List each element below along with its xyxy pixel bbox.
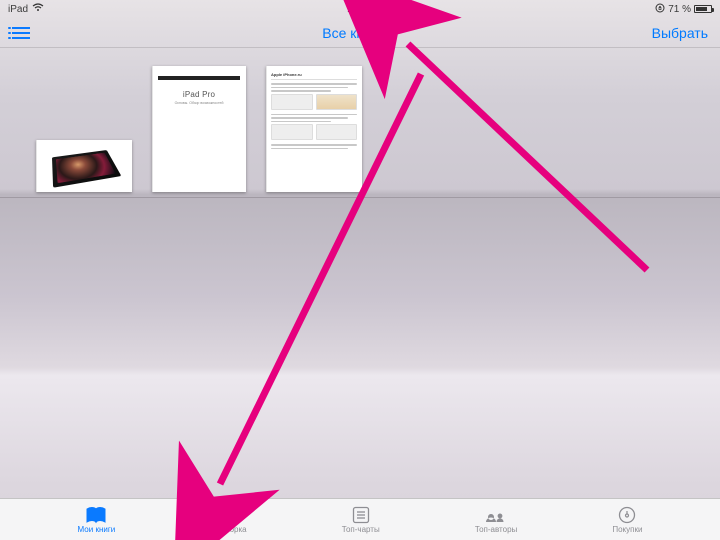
tab-label: Подборка (210, 525, 246, 534)
tab-bar: Мои книги Подборка Топ-чарты Топ-авторы … (0, 498, 720, 540)
device-label: iPad (8, 4, 28, 15)
select-button[interactable]: Выбрать (652, 25, 708, 41)
book-item[interactable]: iPad Pro Основы. Обзор возможностей (152, 66, 246, 192)
people-icon (485, 506, 507, 524)
clock: 14:04 (347, 4, 373, 15)
book-preview-lines (271, 114, 357, 125)
chevron-down-icon: ▼ (389, 28, 398, 38)
book-preview-row (271, 94, 357, 110)
book-cover-art (52, 150, 121, 188)
book-item[interactable]: Apple iPhone.ru (266, 66, 362, 192)
tab-label: Покупки (612, 525, 642, 534)
book-title: iPad Pro (183, 90, 215, 99)
status-bar: iPad 14:04 71 % (0, 0, 720, 18)
book-preview-lines (271, 83, 357, 94)
book-subtitle: Основы. Обзор возможностей (175, 101, 224, 105)
orientation-lock-icon (655, 3, 665, 16)
book-cover-bar (158, 76, 240, 80)
wifi-icon (32, 3, 44, 15)
collection-dropdown-label: Все книги (322, 25, 385, 41)
tab-my-books[interactable]: Мои книги (78, 506, 116, 534)
book-item[interactable] (36, 140, 132, 192)
battery-percent: 71 % (668, 4, 691, 15)
book-preview-row (271, 124, 357, 140)
select-button-label: Выбрать (652, 25, 708, 41)
list-view-button[interactable] (12, 27, 30, 39)
battery-icon (694, 5, 712, 13)
tab-purchased[interactable]: Покупки (612, 506, 642, 534)
list-numbered-icon (352, 506, 370, 524)
status-left: iPad (8, 3, 44, 15)
app-screen: iPad 14:04 71 % Все книги ▼ Выбрать (0, 0, 720, 540)
book-header: Apple iPhone.ru (271, 70, 357, 80)
purchased-icon (618, 506, 636, 524)
book-open-icon (85, 506, 107, 524)
tab-label: Мои книги (78, 525, 116, 534)
status-right: 71 % (655, 3, 712, 16)
list-icon (12, 27, 30, 39)
collection-dropdown[interactable]: Все книги ▼ (322, 25, 398, 41)
tab-top-charts[interactable]: Топ-чарты (342, 506, 380, 534)
bookshelf: iPad Pro Основы. Обзор возможностей Appl… (0, 48, 720, 198)
tab-label: Топ-авторы (475, 525, 517, 534)
book-preview-lines (271, 144, 357, 151)
tab-featured[interactable]: Подборка (210, 506, 246, 534)
tab-top-authors[interactable]: Топ-авторы (475, 506, 517, 534)
star-icon (218, 506, 238, 524)
tab-label: Топ-чарты (342, 525, 380, 534)
nav-bar: Все книги ▼ Выбрать (0, 18, 720, 48)
